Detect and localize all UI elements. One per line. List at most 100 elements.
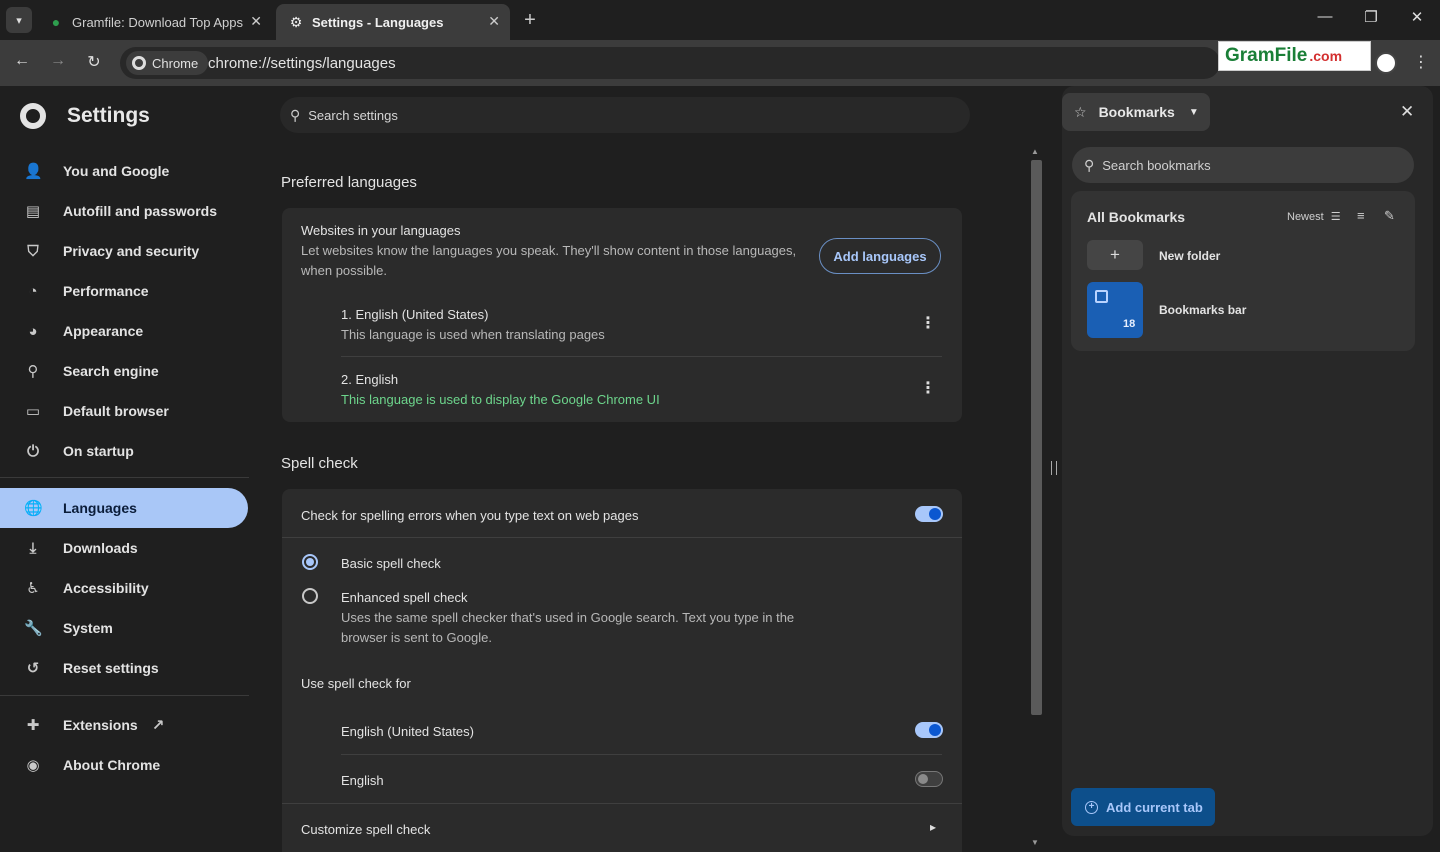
search-icon: ⚲ (290, 106, 301, 123)
settings-page: Settings 👤 You and Google ▤ Autofill and p… (0, 86, 1045, 852)
sidebar-item-performance[interactable]: ◔ Performance (0, 271, 248, 311)
spell-language-name: English (United States) (341, 724, 474, 739)
close-tab-icon[interactable]: ✕ (250, 13, 262, 30)
tab-search-button[interactable]: ▾ (6, 7, 32, 33)
star-icon: ☆ (1074, 103, 1087, 120)
sidebar-item-label: Privacy and security (63, 243, 200, 259)
sidebar-item-default-browser[interactable]: ▭ Default browser (0, 391, 248, 431)
sidebar-item-appearance[interactable]: ◕ Appearance (0, 311, 248, 351)
new-folder-label[interactable]: New folder (1159, 249, 1220, 263)
basic-spell-check-radio[interactable] (302, 554, 318, 570)
spell-check-heading: Spell check (281, 455, 358, 472)
sort-label: Newest (1287, 211, 1324, 223)
globe-icon: 🌐 (24, 500, 43, 517)
add-current-tab-button[interactable]: + Add current tab (1071, 788, 1215, 826)
sidebar-item-privacy[interactable]: ⛉ Privacy and security (0, 231, 248, 271)
spell-language-toggle[interactable] (915, 722, 943, 738)
watermark-dot: .com (1309, 48, 1343, 64)
reload-button[interactable]: ↻ (82, 52, 106, 72)
folder-icon (1095, 290, 1108, 303)
close-window-button[interactable]: ✕ (1402, 8, 1432, 26)
sidebar-item-label: Autofill and passwords (63, 203, 218, 219)
speedometer-icon: ◔ (28, 282, 38, 300)
spell-language-name: English (341, 773, 384, 788)
language-note: This language is used when translating p… (341, 327, 605, 342)
sort-dropdown[interactable]: Newest ☰ (1287, 210, 1341, 223)
sidebar-item-reset-settings[interactable]: ↺ Reset settings (0, 648, 248, 688)
search-bookmarks-input[interactable]: ⚲ Search bookmarks (1072, 147, 1414, 183)
tab-strip: ▾ ● Gramfile: Download Top Apps ✕ ⚙ Sett… (0, 0, 1440, 40)
list-view-icon[interactable]: ≡ (1357, 208, 1365, 223)
site-info-chip[interactable]: Chrome (126, 51, 209, 75)
side-panel-resize-handle[interactable] (1051, 461, 1057, 475)
sidebar-item-downloads[interactable]: ⤓ Downloads (0, 528, 248, 568)
accessibility-icon: ♿ (26, 580, 40, 597)
sidebar-item-autofill[interactable]: ▤ Autofill and passwords (0, 191, 248, 231)
search-placeholder: Search bookmarks (1102, 157, 1211, 173)
browser-icon: ▭ (25, 403, 41, 420)
sidebar-item-label: System (63, 620, 113, 636)
spell-check-toggle-label: Check for spelling errors when you type … (301, 508, 639, 523)
power-icon: ⏻ (27, 442, 39, 460)
scroll-up-icon[interactable]: ▲ (1031, 147, 1039, 156)
bookmarks-bar-label[interactable]: Bookmarks bar (1159, 303, 1246, 317)
enhanced-spell-check-radio[interactable] (302, 588, 318, 604)
gramfile-icon: ● (51, 14, 61, 30)
edit-pencil-icon[interactable]: ✎ (1384, 208, 1395, 224)
sidebar-divider (0, 695, 249, 696)
clipboard-icon: ▤ (25, 203, 41, 220)
sidebar-item-about-chrome[interactable]: ◉ About Chrome (0, 745, 248, 785)
row-divider (282, 537, 962, 538)
more-options-icon[interactable]: ⋮ (920, 378, 936, 398)
address-bar[interactable]: Chrome chrome://settings/languages (120, 47, 1220, 79)
history-icon: ↺ (26, 660, 40, 677)
search-settings-input[interactable]: ⚲ Search settings (280, 97, 970, 133)
tab-title: Gramfile: Download Top Apps (72, 14, 244, 30)
spell-check-card: Check for spelling errors when you type … (282, 489, 962, 852)
scrollbar-thumb[interactable] (1031, 160, 1042, 715)
profile-avatar[interactable] (1375, 52, 1397, 74)
panel-title: Bookmarks (1098, 104, 1175, 120)
sidebar-item-accessibility[interactable]: ♿ Accessibility (0, 568, 248, 608)
chrome-logo-icon (20, 103, 46, 129)
customize-spell-check-label[interactable]: Customize spell check (301, 822, 430, 837)
tab-settings-languages[interactable]: ⚙ Settings - Languages ✕ (276, 4, 510, 40)
sidebar-divider (0, 477, 249, 478)
close-icon[interactable]: ✕ (1400, 102, 1414, 122)
forward-button[interactable]: → (46, 52, 70, 70)
chevron-right-icon[interactable]: ▸ (930, 820, 936, 834)
sidebar-item-label: On startup (63, 443, 134, 459)
minimize-button[interactable]: — (1310, 8, 1340, 25)
close-tab-icon[interactable]: ✕ (488, 13, 500, 30)
back-button[interactable]: ← (10, 52, 34, 70)
sidebar-item-system[interactable]: 🔧 System (0, 608, 248, 648)
language-note: This language is used to display the Goo… (341, 392, 660, 407)
tab-gramfile[interactable]: ● Gramfile: Download Top Apps ✕ (36, 4, 272, 40)
spell-check-toggle[interactable] (915, 506, 943, 522)
new-tab-button[interactable]: + (518, 9, 542, 31)
bookmarks-bar-folder[interactable]: 18 (1087, 282, 1143, 338)
sidebar-item-languages[interactable]: 🌐 Languages (0, 488, 248, 528)
scroll-down-icon[interactable]: ▼ (1031, 838, 1039, 847)
bookmarks-side-panel: ☆ Bookmarks ▼ ✕ ⚲ Search bookmarks All B… (1062, 86, 1433, 836)
new-folder-button[interactable]: + (1087, 240, 1143, 270)
basic-spell-check-label: Basic spell check (341, 556, 441, 571)
enhanced-spell-check-desc: Uses the same spell checker that's used … (341, 610, 795, 625)
sidebar-item-on-startup[interactable]: ⏻ On startup (0, 431, 248, 471)
chrome-icon: ◉ (26, 757, 40, 774)
sidebar-item-you-and-google[interactable]: 👤 You and Google (0, 151, 248, 191)
bookmarks-panel-selector[interactable]: ☆ Bookmarks ▼ (1062, 93, 1210, 131)
sidebar-item-search-engine[interactable]: ⚲ Search engine (0, 351, 248, 391)
chrome-menu-icon[interactable]: ⋮ (1413, 52, 1429, 72)
sort-icon: ☰ (1330, 211, 1341, 223)
preferred-languages-heading: Preferred languages (281, 174, 417, 191)
add-languages-button[interactable]: Add languages (819, 238, 941, 274)
sidebar-item-extensions[interactable]: ✚ Extensions ↗ (0, 705, 248, 745)
sidebar-item-label: Appearance (63, 323, 144, 339)
more-options-icon[interactable]: ⋮ (920, 313, 936, 333)
all-bookmarks-card: All Bookmarks Newest ☰ ≡ ✎ + New folder … (1071, 191, 1415, 351)
restore-button[interactable]: ❐ (1356, 8, 1386, 26)
spell-language-toggle[interactable] (915, 771, 943, 787)
plus-icon: + (1110, 245, 1120, 264)
gear-icon: ⚙ (289, 13, 303, 30)
